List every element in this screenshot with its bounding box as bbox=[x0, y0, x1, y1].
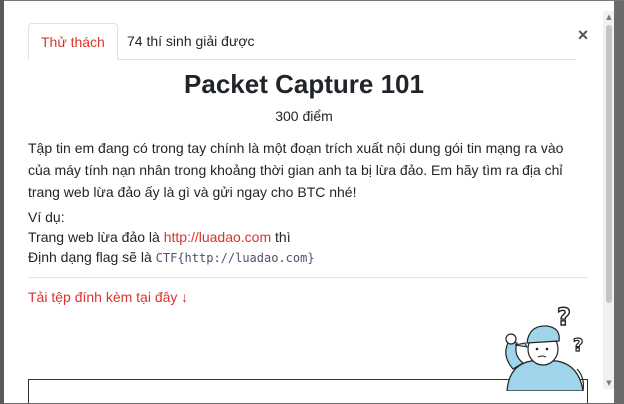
example-url-link[interactable]: http://luadao.com bbox=[164, 229, 271, 245]
challenge-title: Packet Capture 101 bbox=[184, 69, 424, 99]
scrollbar[interactable]: ▲ ▼ bbox=[603, 11, 614, 389]
tab-challenge[interactable]: Thử thách bbox=[28, 23, 118, 60]
scroll-down-arrow-icon[interactable]: ▼ bbox=[603, 377, 614, 389]
tab-bar: Thử thách 74 thí sinh giải được bbox=[28, 23, 576, 60]
attachment-download-link[interactable]: Tải tệp đính kèm tại đây ↓ bbox=[28, 289, 188, 305]
flag-format-code: CTF{http://luadao.com} bbox=[155, 251, 315, 265]
close-icon[interactable]: × bbox=[573, 25, 593, 45]
example-block: Ví dụ: Trang web lừa đảo là http://luada… bbox=[28, 207, 588, 268]
scroll-up-arrow-icon[interactable]: ▲ bbox=[603, 11, 614, 23]
example-text: Trang web lừa đảo là bbox=[28, 229, 164, 245]
flag-format-text: Định dạng flag sẽ là bbox=[28, 249, 156, 265]
example-line-1: Trang web lừa đảo là http://luadao.com t… bbox=[28, 227, 588, 247]
challenge-description: Tập tin em đang có trong tay chính là mộ… bbox=[28, 140, 564, 200]
confused-person-illustration: ? ? bbox=[505, 302, 584, 391]
tab-solvers[interactable]: 74 thí sinh giải được bbox=[115, 23, 267, 59]
challenge-points: 300 điểm bbox=[275, 108, 333, 124]
svg-text:?: ? bbox=[573, 335, 583, 356]
example-heading: Ví dụ: bbox=[28, 209, 65, 225]
challenge-modal: Thử thách 74 thí sinh giải được × Packet… bbox=[4, 1, 614, 403]
scroll-thumb[interactable] bbox=[606, 25, 612, 303]
example-line-2: Định dạng flag sẽ là CTF{http://luadao.c… bbox=[28, 247, 588, 268]
example-text-suffix: thì bbox=[271, 229, 291, 245]
divider bbox=[28, 277, 588, 278]
svg-text:?: ? bbox=[557, 303, 571, 331]
